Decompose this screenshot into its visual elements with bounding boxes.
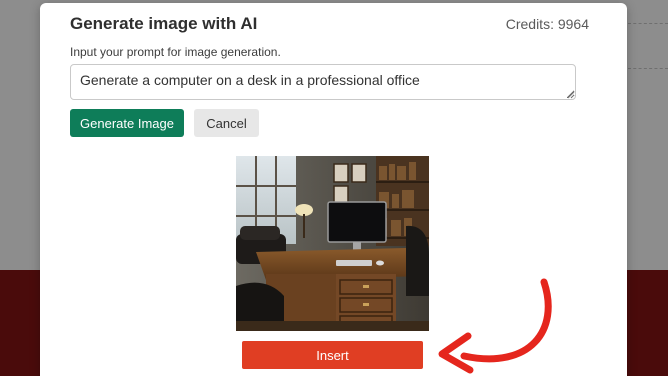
red-curved-arrow-icon <box>438 278 552 374</box>
resize-grip-icon[interactable] <box>567 91 575 99</box>
background-divider <box>628 23 668 24</box>
prompt-label: Input your prompt for image generation. <box>70 45 281 59</box>
cancel-button[interactable]: Cancel <box>194 109 259 137</box>
credits-counter: Credits: 9964 <box>505 16 589 32</box>
insert-button[interactable]: Insert <box>242 341 423 369</box>
prompt-input[interactable]: Generate a computer on a desk in a profe… <box>70 64 576 100</box>
generate-image-button[interactable]: Generate Image <box>70 109 184 137</box>
background-divider <box>628 68 668 69</box>
generated-image <box>236 156 429 331</box>
modal-title: Generate image with AI <box>70 14 258 33</box>
